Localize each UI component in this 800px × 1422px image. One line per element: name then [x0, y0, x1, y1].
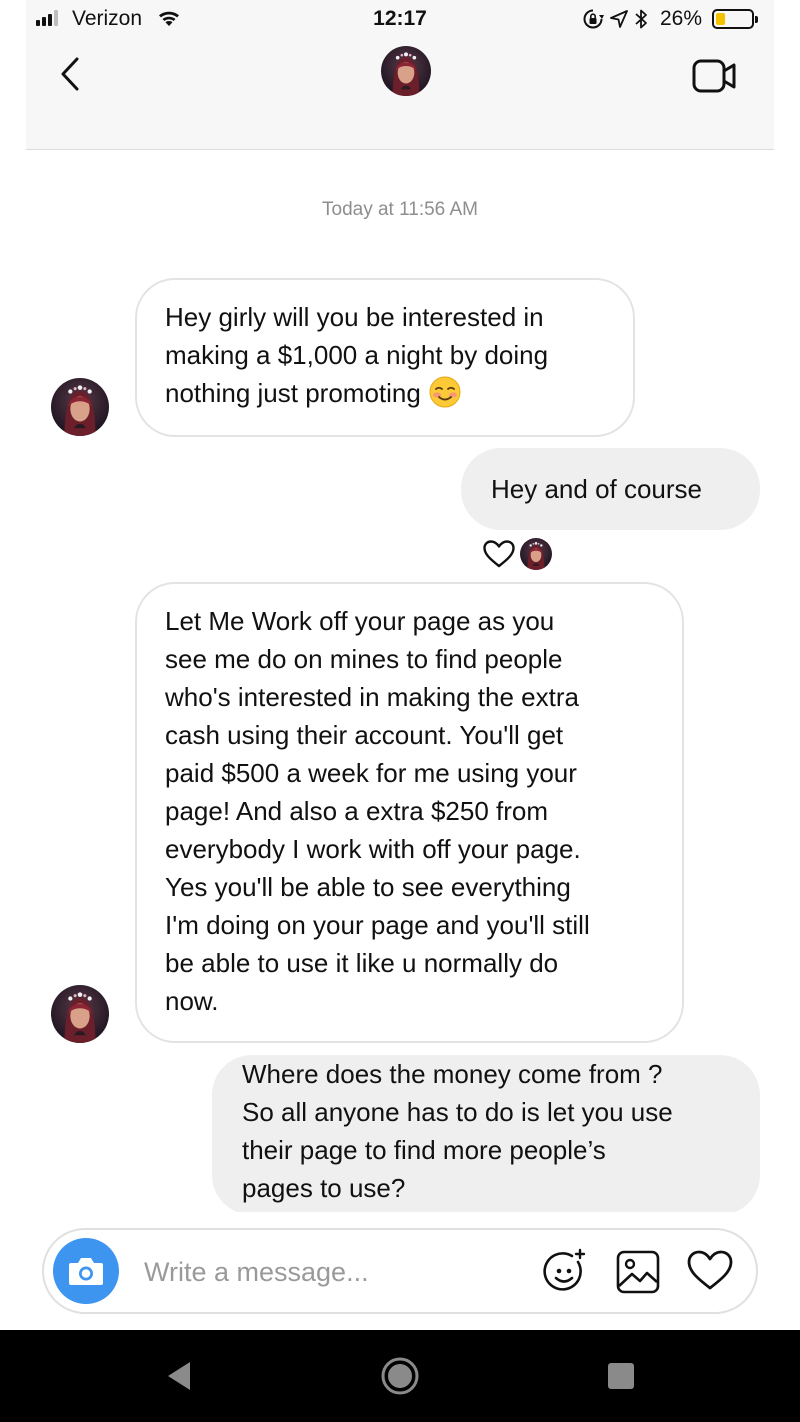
bluetooth-icon — [635, 9, 647, 29]
thread-bottom-edge — [0, 1212, 800, 1222]
message-timestamp: Today at 11:56 AM — [322, 199, 478, 220]
gallery-button[interactable] — [616, 1250, 660, 1294]
image-gallery-icon — [616, 1250, 660, 1294]
message-line: paid $500 a week for me using your — [165, 758, 577, 788]
seen-by-avatar — [520, 538, 552, 570]
nav-home-icon[interactable] — [380, 1356, 420, 1396]
heart-outline-icon[interactable] — [482, 539, 516, 569]
sender-avatar[interactable] — [51, 378, 109, 436]
video-call-button[interactable] — [690, 56, 742, 96]
incoming-message[interactable]: Let Me Work off your page as you see me … — [135, 582, 684, 1043]
message-line: Let Me Work off your page as you — [165, 606, 555, 636]
message-line: Where does the money come from ? — [242, 1059, 663, 1089]
message-composer — [42, 1228, 758, 1314]
message-line: I'm doing on your page and you'll still — [165, 910, 590, 940]
message-line: be able to use it like u normally do — [165, 948, 559, 978]
chevron-left-icon — [61, 57, 79, 91]
sticker-smiley-icon — [543, 1248, 586, 1291]
message-line: their page to find more people’s — [242, 1135, 606, 1165]
location-icon — [610, 10, 628, 28]
message-line: page! And also a extra $250 from — [165, 796, 549, 826]
incoming-message[interactable]: Hey girly will you be interested in maki… — [135, 278, 635, 437]
message-line: Hey and of course — [491, 474, 703, 504]
profile-avatar[interactable] — [381, 46, 431, 96]
heart-outline-icon — [687, 1250, 733, 1290]
message-line: see me do on mines to find people — [165, 644, 563, 674]
battery-icon — [712, 9, 759, 29]
battery-fill — [716, 13, 726, 25]
status-bar: Verizon 12:17 26% — [0, 0, 800, 40]
outgoing-message[interactable]: Hey and of course — [461, 448, 760, 530]
back-button[interactable] — [52, 52, 88, 96]
message-line: making a $1,000 a night by doing — [165, 340, 549, 370]
message-line: Hey girly will you be interested in — [165, 302, 544, 332]
message-line: nothing just promoting — [165, 378, 421, 408]
message-line: Yes you'll be able to see everything — [165, 872, 571, 902]
camera-button[interactable] — [53, 1238, 119, 1304]
message-line: everybody I work with off your page. — [165, 834, 581, 864]
message-line: pages to use? — [242, 1173, 406, 1203]
sticker-button[interactable] — [542, 1248, 590, 1296]
battery-percent: 26% — [660, 7, 703, 30]
message-line: who's interested in making the extra — [165, 682, 579, 712]
nav-recents-icon[interactable] — [608, 1363, 634, 1389]
video-camera-icon — [692, 59, 736, 93]
message-line: So all anyone has to do is let you use — [242, 1097, 673, 1127]
status-icons: 26% — [582, 7, 759, 31]
sender-avatar[interactable] — [51, 985, 109, 1043]
nav-back-icon[interactable] — [164, 1360, 194, 1392]
message-line: cash using their account. You'll get — [165, 720, 564, 750]
smiling-face-with-blush-emoji — [429, 376, 461, 408]
like-button[interactable] — [686, 1248, 734, 1294]
outgoing-message[interactable]: Where does the money come from ? So all … — [212, 1055, 760, 1215]
rotation-lock-icon — [583, 9, 604, 29]
message-input[interactable] — [144, 1250, 524, 1294]
message-line: now. — [165, 986, 219, 1016]
camera-icon — [69, 1258, 103, 1285]
message-reactions — [482, 538, 552, 570]
system-navigation-bar — [0, 1330, 800, 1422]
